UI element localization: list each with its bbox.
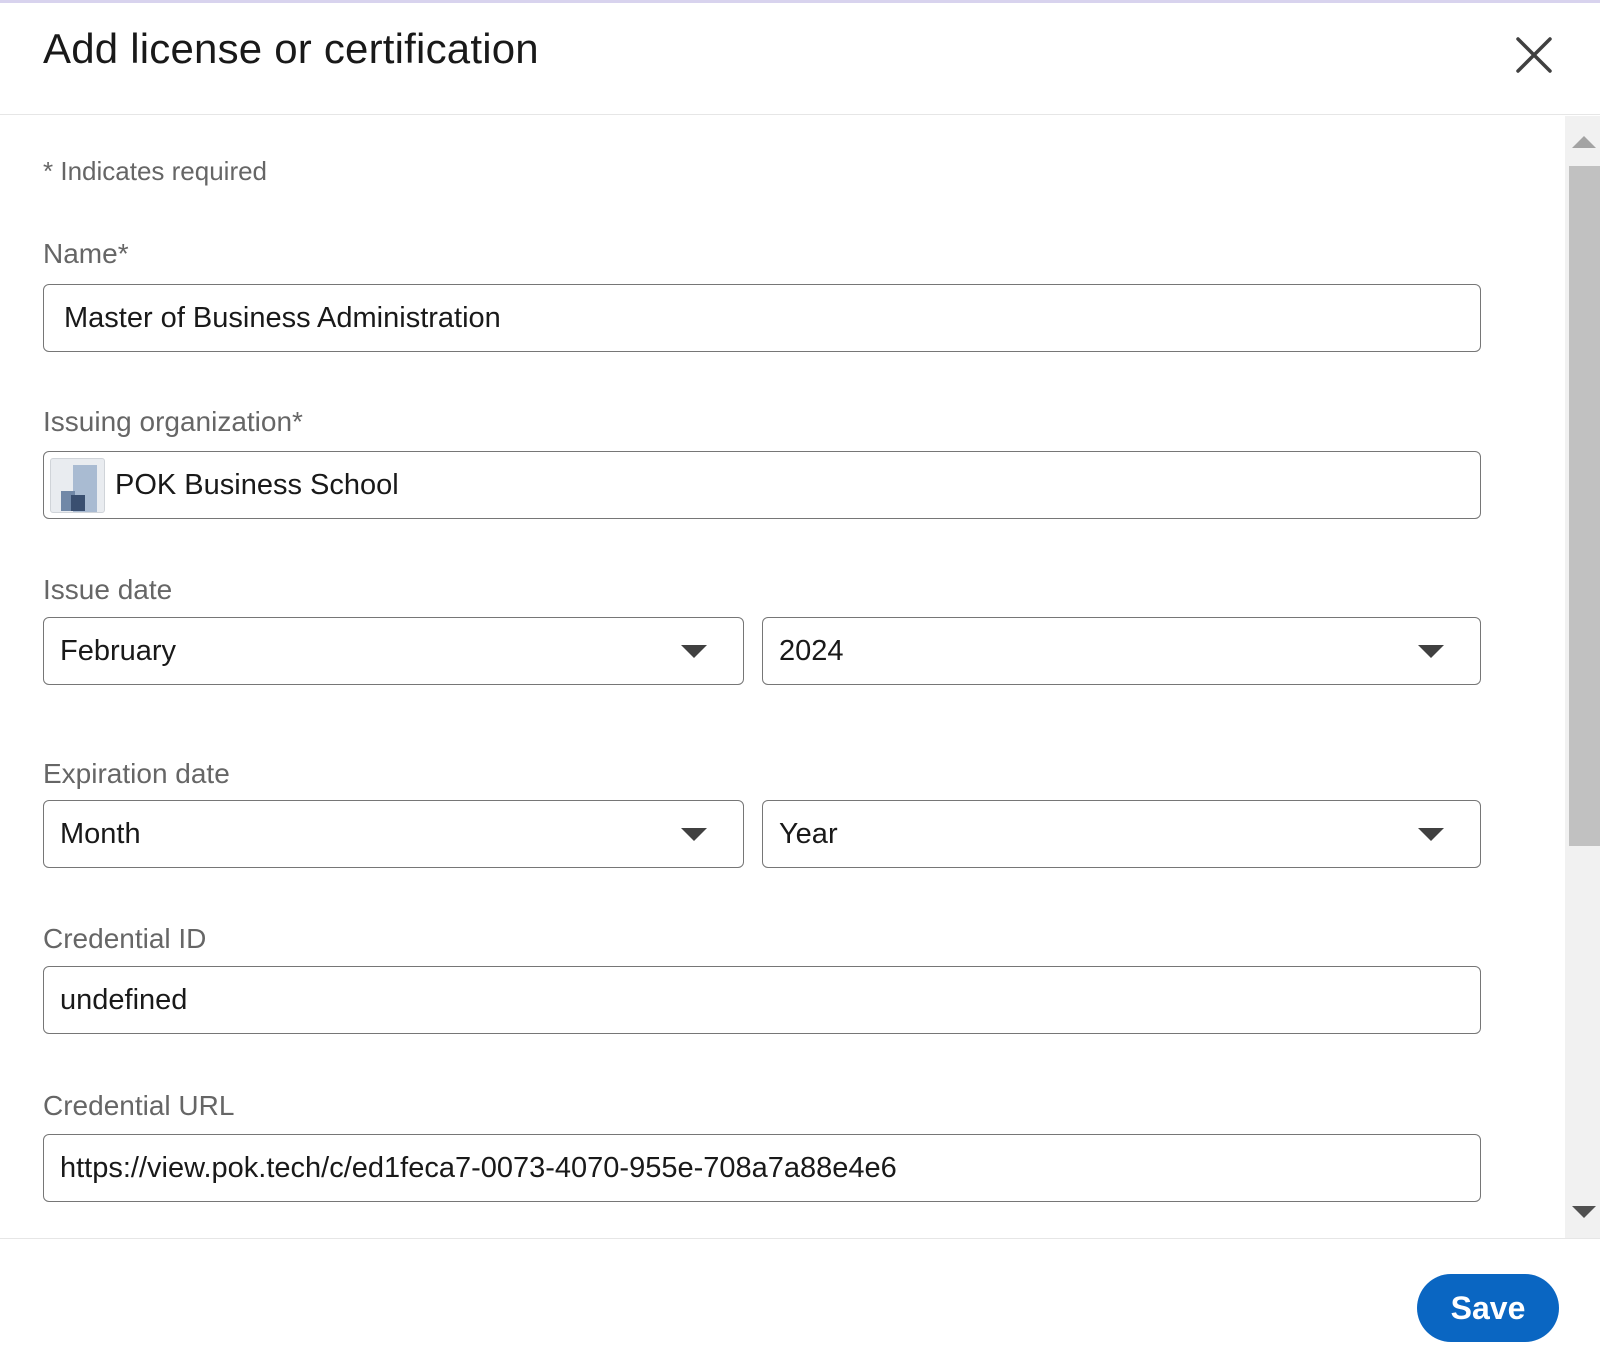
scrollbar-thumb[interactable] (1569, 166, 1600, 846)
name-value: Master of Business Administration (64, 301, 501, 334)
close-button[interactable] (1510, 31, 1558, 79)
dialog-footer: Save (0, 1238, 1600, 1371)
dialog-header: Add license or certification (0, 3, 1600, 115)
chevron-down-icon (681, 828, 707, 841)
issue-year-select[interactable]: 2024 (762, 617, 1481, 685)
add-license-dialog: Add license or certification * Indicates… (0, 0, 1600, 1371)
expiration-year-value: Year (779, 817, 838, 850)
expiration-month-value: Month (60, 817, 141, 850)
issuing-organization-label: Issuing organization* (43, 406, 303, 437)
chevron-down-icon (1418, 645, 1444, 658)
issue-month-value: February (60, 634, 177, 667)
expiration-month-select[interactable]: Month (43, 800, 744, 868)
chevron-down-icon (681, 645, 707, 658)
credential-id-value: undefined (60, 983, 188, 1016)
credential-id-input[interactable]: undefined (43, 966, 1481, 1034)
credential-url-value: https://view.pok.tech/c/ed1feca7-0073-40… (60, 1151, 897, 1184)
dialog-title: Add license or certification (43, 25, 539, 72)
save-button[interactable]: Save (1417, 1274, 1559, 1342)
close-icon (1516, 37, 1552, 73)
issue-year-value: 2024 (779, 634, 844, 667)
scroll-up-icon[interactable] (1572, 136, 1596, 148)
issue-month-select[interactable]: February (43, 617, 744, 685)
credential-url-input[interactable]: https://view.pok.tech/c/ed1feca7-0073-40… (43, 1134, 1481, 1202)
expiration-year-select[interactable]: Year (762, 800, 1481, 868)
issue-date-label: Issue date (43, 574, 173, 605)
issuing-organization-value: POK Business School (115, 468, 399, 501)
dialog-body: * Indicates required Name* Master of Bus… (0, 116, 1600, 1238)
expiration-date-label: Expiration date (43, 758, 230, 789)
scroll-down-icon[interactable] (1572, 1206, 1596, 1218)
name-input[interactable]: Master of Business Administration (43, 284, 1481, 352)
chevron-down-icon (1418, 828, 1444, 841)
name-label: Name* (43, 238, 129, 269)
issuing-organization-input[interactable]: POK Business School (43, 451, 1481, 519)
organization-logo-icon (50, 457, 105, 513)
credential-id-label: Credential ID (43, 923, 207, 954)
credential-url-label: Credential URL (43, 1090, 235, 1121)
required-note: * Indicates required (43, 156, 268, 186)
